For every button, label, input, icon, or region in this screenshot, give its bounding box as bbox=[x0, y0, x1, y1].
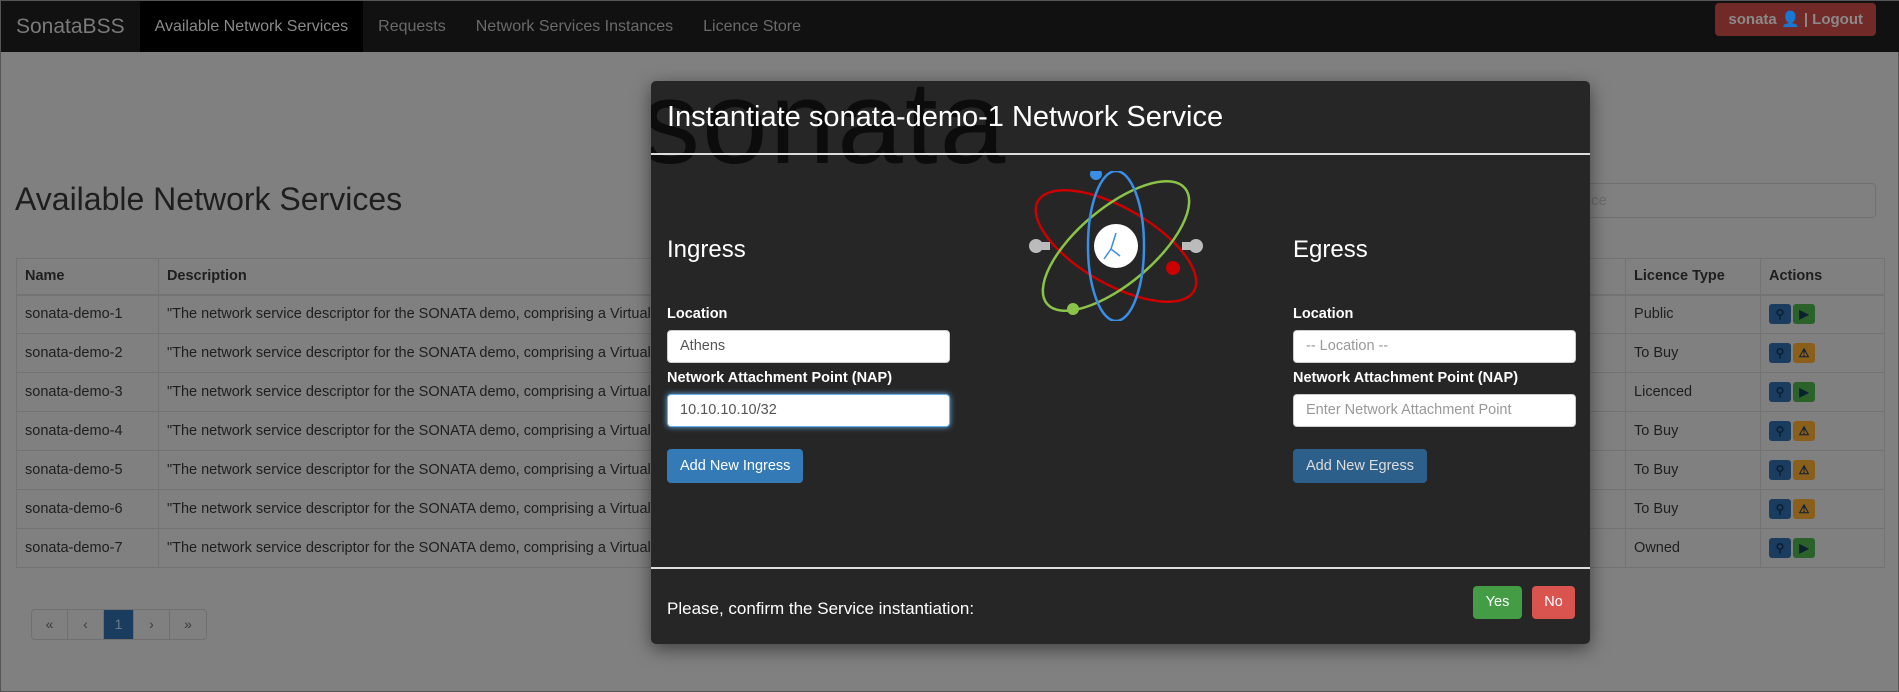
egress-nap-label: Network Attachment Point (NAP) bbox=[1293, 370, 1519, 386]
egress-nap-input[interactable]: Enter Network Attachment Point bbox=[1293, 394, 1576, 427]
brand-logo[interactable]: SonataBSS bbox=[1, 1, 140, 52]
cell-name: sonata-demo-2 bbox=[16, 333, 159, 373]
view-details-icon[interactable]: ⚲ bbox=[1769, 304, 1791, 325]
view-details-icon[interactable]: ⚲ bbox=[1769, 382, 1791, 402]
view-details-icon[interactable]: ⚲ bbox=[1769, 421, 1791, 441]
page-next[interactable]: › bbox=[134, 610, 170, 639]
nav-available-network-services[interactable]: Available Network Services bbox=[139, 1, 364, 52]
buy-warning-icon[interactable]: ⚠ bbox=[1793, 499, 1815, 519]
cell-actions: ⚲ ⚠ bbox=[1760, 411, 1885, 451]
cell-name: sonata-demo-4 bbox=[16, 411, 159, 451]
egress-location-label: Location bbox=[1293, 306, 1354, 322]
cell-licence: To Buy bbox=[1625, 411, 1761, 451]
instantiate-modal: sonata Instantiate sonata-demo-1 Network… bbox=[651, 81, 1590, 644]
instantiate-play-icon[interactable]: ▶ bbox=[1793, 382, 1815, 402]
add-ingress-button[interactable]: Add New Ingress bbox=[667, 449, 804, 483]
nav-requests[interactable]: Requests bbox=[363, 1, 461, 52]
page-prev[interactable]: ‹ bbox=[68, 610, 104, 639]
page-first[interactable]: « bbox=[32, 610, 68, 639]
cell-name: sonata-demo-3 bbox=[16, 372, 159, 412]
page-current[interactable]: 1 bbox=[104, 610, 134, 639]
logout-label: | Logout bbox=[1803, 11, 1863, 28]
ingress-nap-input[interactable]: 10.10.10.10/32 bbox=[667, 394, 950, 427]
modal-title: Instantiate sonata-demo-1 Network Servic… bbox=[667, 101, 1224, 133]
column-header: Actions bbox=[1760, 258, 1885, 296]
column-header: Licence Type bbox=[1625, 258, 1761, 296]
view-details-icon[interactable]: ⚲ bbox=[1769, 538, 1791, 558]
divider bbox=[651, 153, 1590, 155]
cell-actions: ⚲ ▶ bbox=[1760, 372, 1885, 412]
cell-licence: Owned bbox=[1625, 528, 1761, 568]
cell-actions: ⚲ ⚠ bbox=[1760, 333, 1885, 373]
pagination: « ‹ 1 › » bbox=[31, 609, 207, 640]
cell-actions: ⚲ ▶ bbox=[1760, 528, 1885, 568]
egress-heading: Egress bbox=[1293, 236, 1368, 263]
cell-name: sonata-demo-1 bbox=[16, 294, 159, 334]
add-egress-button[interactable]: Add New Egress bbox=[1293, 449, 1427, 483]
view-details-icon[interactable]: ⚲ bbox=[1769, 499, 1791, 519]
no-button[interactable]: No bbox=[1532, 586, 1575, 619]
ingress-location-select[interactable]: Athens bbox=[667, 330, 950, 363]
page-title: Available Network Services bbox=[15, 181, 403, 217]
view-details-icon[interactable]: ⚲ bbox=[1769, 343, 1791, 363]
instantiate-play-icon[interactable]: ▶ bbox=[1793, 304, 1815, 325]
page-last[interactable]: » bbox=[170, 610, 206, 639]
nav-network-services-instances[interactable]: Network Services Instances bbox=[461, 1, 688, 52]
egress-location-select[interactable]: -- Location -- bbox=[1293, 330, 1576, 363]
ingress-nap-label: Network Attachment Point (NAP) bbox=[667, 370, 893, 386]
cell-licence: Licenced bbox=[1625, 372, 1761, 412]
cell-name: sonata-demo-5 bbox=[16, 450, 159, 490]
cell-actions: ⚲ ▶ bbox=[1760, 294, 1885, 334]
ingress-section: Ingress Location Athens Network Attachme… bbox=[667, 236, 951, 483]
ingress-location-label: Location bbox=[667, 306, 728, 322]
confirm-text: Please, confirm the Service instantiatio… bbox=[667, 599, 975, 618]
cell-actions: ⚲ ⚠ bbox=[1760, 489, 1885, 529]
buy-warning-icon[interactable]: ⚠ bbox=[1793, 343, 1815, 363]
divider bbox=[651, 567, 1590, 569]
buy-warning-icon[interactable]: ⚠ bbox=[1793, 421, 1815, 441]
cell-actions: ⚲ ⚠ bbox=[1760, 450, 1885, 490]
cell-name: sonata-demo-7 bbox=[16, 528, 159, 568]
cell-name: sonata-demo-6 bbox=[16, 489, 159, 529]
instantiate-play-icon[interactable]: ▶ bbox=[1793, 538, 1815, 558]
column-header: Name bbox=[16, 258, 159, 296]
cell-licence: Public bbox=[1625, 294, 1761, 334]
logout-button[interactable]: sonata 👤 | Logout bbox=[1715, 3, 1876, 36]
atom-network-icon bbox=[1029, 171, 1203, 321]
nav-licence-store[interactable]: Licence Store bbox=[688, 1, 816, 52]
view-details-icon[interactable]: ⚲ bbox=[1769, 460, 1791, 480]
user-icon: 👤 bbox=[1780, 11, 1800, 28]
navbar: SonataBSS Available Network Services Req… bbox=[1, 1, 1899, 52]
cell-licence: To Buy bbox=[1625, 333, 1761, 373]
sonata-watermark-logo: sonata bbox=[651, 81, 1008, 189]
cell-licence: To Buy bbox=[1625, 489, 1761, 529]
yes-button[interactable]: Yes bbox=[1473, 586, 1522, 619]
buy-warning-icon[interactable]: ⚠ bbox=[1793, 460, 1815, 480]
ingress-heading: Ingress bbox=[667, 236, 746, 263]
username: sonata bbox=[1728, 11, 1777, 28]
cell-licence: To Buy bbox=[1625, 450, 1761, 490]
egress-section: Egress Location -- Location -- Network A… bbox=[1293, 236, 1577, 483]
